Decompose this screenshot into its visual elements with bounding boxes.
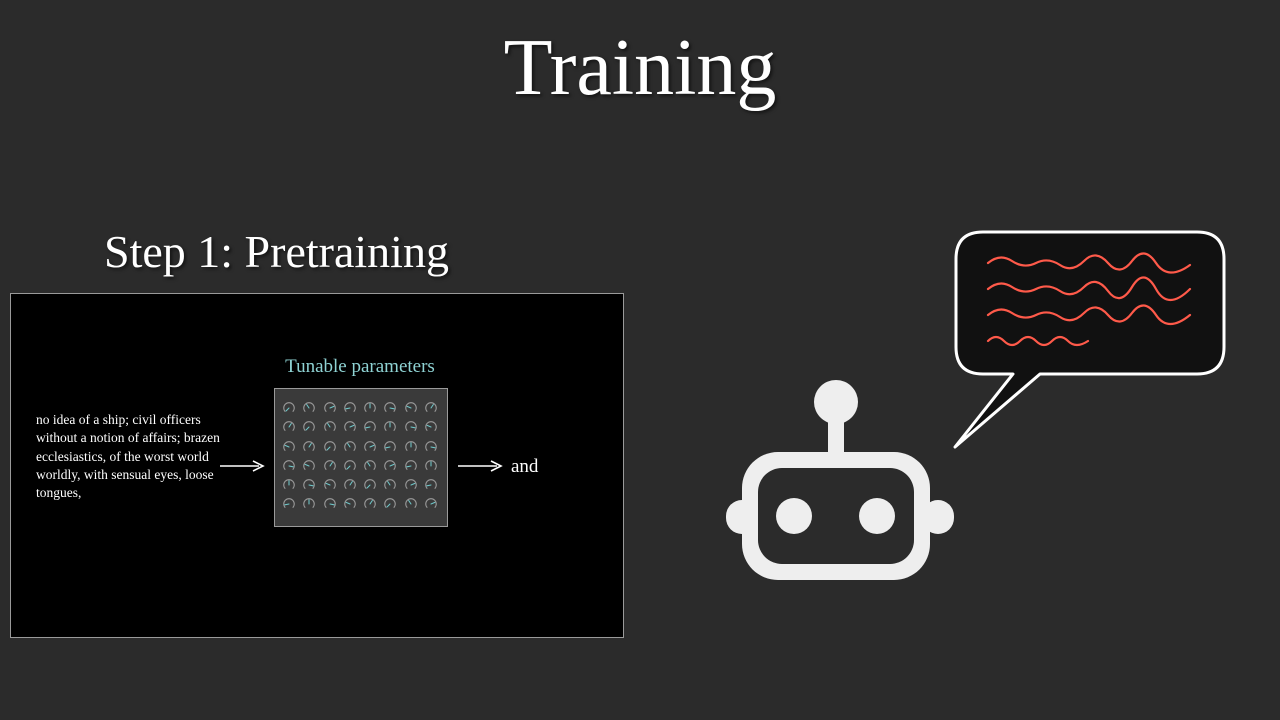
robot-icon <box>726 380 954 580</box>
slide-title: Training <box>503 24 777 112</box>
dial-icon <box>405 460 417 470</box>
dial-icon <box>364 402 376 413</box>
dial-icon <box>364 440 376 451</box>
dial-icon <box>303 421 316 432</box>
dial-icon <box>344 421 356 432</box>
dial-icon <box>384 440 397 451</box>
dial-icon <box>405 479 417 490</box>
dial-icon <box>303 479 316 490</box>
dial-icon <box>384 402 397 413</box>
dial-icon <box>344 402 356 413</box>
dial-icon <box>425 479 437 490</box>
dial-icon <box>323 498 336 509</box>
input-text: no idea of a ship; civil officers withou… <box>36 412 220 501</box>
dial-grid <box>282 401 444 517</box>
dial-icon <box>323 402 336 413</box>
arrow-right-icon <box>458 460 503 472</box>
dial-icon <box>425 421 437 432</box>
dial-icon <box>384 421 397 432</box>
dial-icon <box>283 479 295 490</box>
dial-icon <box>344 479 356 490</box>
dial-icon <box>384 479 397 490</box>
dial-icon <box>364 460 376 470</box>
dial-icon <box>303 440 316 451</box>
step-title: Step 1: Pretraining <box>104 226 449 277</box>
dial-icon <box>303 402 316 413</box>
dial-icon <box>405 440 417 451</box>
dial-icon <box>283 440 295 451</box>
dial-icon <box>344 460 356 470</box>
tunable-parameters-label: Tunable parameters <box>285 356 435 377</box>
dial-icon <box>323 479 336 490</box>
dial-icon <box>323 421 336 432</box>
dial-icon <box>323 440 336 451</box>
dial-icon <box>384 498 397 509</box>
arrow-right-icon <box>220 460 265 472</box>
dial-icon <box>425 460 437 470</box>
dial-icon <box>323 460 336 470</box>
dial-icon <box>364 421 376 432</box>
dial-icon <box>364 498 376 509</box>
dial-icon <box>344 440 356 451</box>
dial-icon <box>303 498 316 509</box>
dial-icon <box>283 498 295 509</box>
dial-icon <box>405 421 417 432</box>
dial-icon <box>405 498 417 509</box>
dial-icon <box>344 498 356 509</box>
dial-icon <box>405 402 417 413</box>
dial-icon <box>283 460 295 470</box>
dial-icon <box>425 402 437 413</box>
dial-icon <box>384 460 397 470</box>
output-token: and <box>511 456 539 477</box>
dial-icon <box>283 421 295 432</box>
dial-icon <box>425 498 437 509</box>
dial-icon <box>364 479 376 490</box>
dial-icon <box>425 440 437 451</box>
parameters-box <box>274 388 448 527</box>
dial-icon <box>303 460 316 470</box>
pretraining-panel: no idea of a ship; civil officers withou… <box>10 293 624 638</box>
speech-bubble-icon <box>953 230 1226 449</box>
dial-icon <box>283 402 295 413</box>
